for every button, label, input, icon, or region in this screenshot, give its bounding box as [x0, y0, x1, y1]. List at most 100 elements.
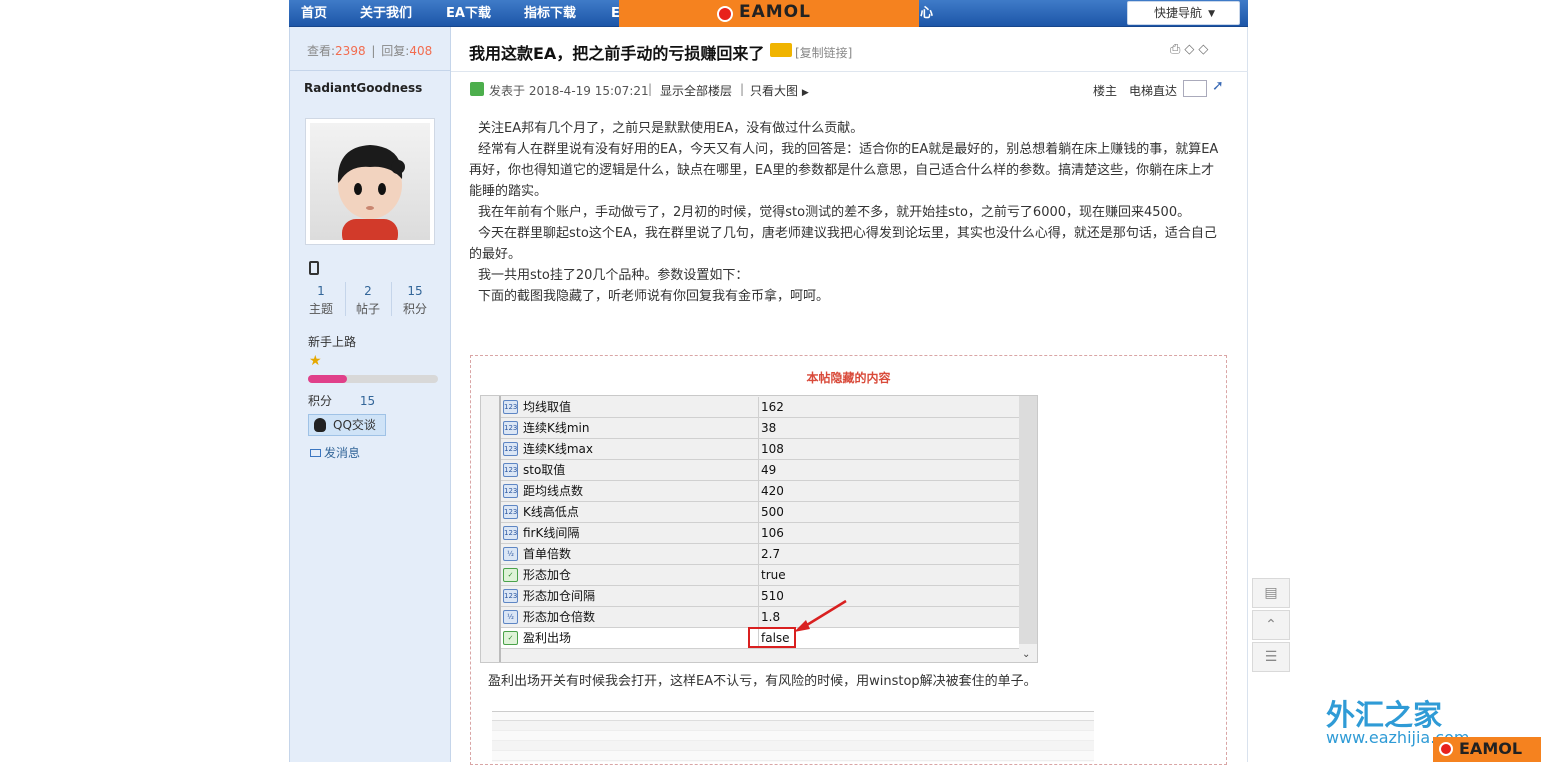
points-row: 积分 15	[308, 392, 375, 409]
eamol-banner: EAMOL	[619, 0, 919, 27]
param-name: 距均线点数	[523, 481, 759, 502]
reward-badge-icon	[770, 43, 792, 57]
copy-link[interactable]: [复制链接]	[795, 44, 852, 61]
send-message-label: 发消息	[324, 446, 361, 460]
param-value: 1.8	[761, 610, 781, 624]
stat-points-value: 15	[407, 284, 423, 298]
param-name: 形态加仓倍数	[523, 607, 759, 628]
paragraph: 关注EA邦有几个月了，之前只是默默使用EA，没有做过什么贡献。	[478, 121, 864, 136]
bottom-eamol-logo: EAMOL	[1433, 737, 1541, 762]
table-row[interactable]: ½ 形态加仓倍数 1.8	[501, 607, 1019, 628]
nav-ea-download[interactable]: EA下载	[446, 0, 491, 27]
rank-progress	[308, 375, 438, 383]
nav-item-partial-2[interactable]: 心	[920, 0, 933, 27]
nav-about[interactable]: 关于我们	[360, 0, 412, 27]
after-table-text: 盈利出场开关有时候我会打开，这样EA不认亏，有风险的时候，用winstop解决被…	[488, 674, 1037, 689]
param-name: 连续K线min	[523, 418, 759, 439]
param-value: 2.7	[761, 547, 781, 561]
jump-go-icon[interactable]: ➚	[1212, 78, 1224, 94]
trade-history-image	[492, 711, 1094, 762]
stat-threads[interactable]: 1 主题	[299, 282, 343, 318]
list-button[interactable]: ☰	[1252, 642, 1290, 672]
param-name: 首单倍数	[523, 544, 759, 565]
paragraph: 下面的截图我隐藏了，听老师说有你回复我有金币拿，呵呵。	[478, 289, 830, 304]
nav-home[interactable]: 首页	[301, 0, 327, 27]
replies-label: 回复:	[381, 44, 410, 58]
double-param-icon: ½	[503, 610, 518, 624]
post-date: 发表于 2018-4-19 15:07:21	[489, 84, 649, 98]
stat-threads-label: 主题	[308, 302, 333, 316]
qq-icon	[314, 418, 326, 432]
table-row[interactable]: 123 K线高低点 500	[501, 502, 1019, 523]
back-to-top-button[interactable]: ⌃	[1252, 610, 1290, 640]
table-row[interactable]: ✓ 形态加仓 true	[501, 565, 1019, 586]
author-name[interactable]: RadiantGoodness	[304, 81, 422, 95]
arrow-right-icon: ▶	[801, 88, 809, 98]
qq-button-label: QQ交谈	[333, 418, 376, 432]
send-message-link[interactable]: 发消息	[310, 444, 360, 461]
param-name: 均线取值	[523, 397, 759, 418]
int-param-icon: 123	[503, 463, 518, 477]
eamol-logo-icon	[1439, 742, 1453, 756]
avatar[interactable]	[305, 118, 435, 245]
paragraph: 今天在群里聊起sto这个EA，我在群里说了几句，唐老师建议我把心得发到论坛里，其…	[469, 226, 1217, 262]
envelope-icon	[310, 449, 321, 457]
views-count: 2398	[335, 44, 366, 58]
int-param-icon: 123	[503, 442, 518, 456]
title-divider	[451, 71, 1248, 72]
int-param-icon: 123	[503, 484, 518, 498]
paragraph: 经常有人在群里说有没有好用的EA，今天又有人问，我的回答是：适合你的EA就是最好…	[469, 142, 1219, 199]
table-row[interactable]: ½ 首单倍数 2.7	[501, 544, 1019, 565]
only-images-link[interactable]: 只看大图 ▶	[750, 82, 809, 99]
table-row[interactable]: 123 连续K线max 108	[501, 439, 1019, 460]
double-param-icon: ½	[503, 547, 518, 561]
divider	[391, 282, 392, 316]
floor-label: 楼主	[1093, 84, 1118, 98]
table-row[interactable]: 123 距均线点数 420	[501, 481, 1019, 502]
table-row[interactable]: 123 firK线间隔 106	[501, 523, 1019, 544]
scrollbar[interactable]	[1019, 396, 1037, 644]
table-row[interactable]: 123 sto取值 49	[501, 460, 1019, 481]
qq-chat-button[interactable]: QQ交谈	[308, 414, 386, 436]
avatar-cartoon-icon	[337, 145, 405, 240]
highlight-box	[748, 627, 796, 648]
param-value: 420	[761, 484, 784, 498]
table-row[interactable]: 123 形态加仓间隔 510	[501, 586, 1019, 607]
stat-points-label: 积分	[402, 302, 427, 316]
stat-points[interactable]: 15 积分	[393, 282, 437, 318]
red-arrow-icon	[794, 599, 847, 632]
post-content: 关注EA邦有几个月了，之前只是默默使用EA，没有做过什么贡献。 经常有人在群里说…	[469, 118, 1221, 307]
bottom-logo-text: EAMOL	[1459, 739, 1523, 758]
quick-nav-dropdown[interactable]: 快捷导航 ▼	[1127, 1, 1240, 25]
paragraph: 我一共用sto挂了20几个品种。参数设置如下：	[478, 268, 749, 283]
user-rank[interactable]: 新手上路	[308, 333, 356, 350]
print-prev-next-icons[interactable]: ⎙◇◇	[1170, 42, 1212, 57]
param-name: 连续K线max	[523, 439, 759, 460]
eamol-logo-icon	[717, 6, 733, 22]
param-value: 106	[761, 526, 784, 540]
list-icon: ☰	[1264, 649, 1278, 665]
quick-nav-label: 快捷导航	[1154, 6, 1203, 20]
int-param-icon: 123	[503, 421, 518, 435]
comment-icon: ▤	[1264, 585, 1278, 601]
show-all-floors-link[interactable]: 显示全部楼层	[660, 82, 732, 99]
int-param-icon: 123	[503, 589, 518, 603]
floor-jump-input[interactable]	[1183, 80, 1207, 97]
rank-progress-fill	[308, 375, 347, 383]
nav-indicator-download[interactable]: 指标下载	[524, 0, 576, 27]
table-row[interactable]: 123 均线取值 162	[501, 397, 1019, 418]
stat-posts[interactable]: 2 帖子	[346, 282, 390, 318]
thread-stats: 查看:2398 | 回复:408	[290, 27, 450, 71]
views-label: 查看:	[307, 44, 336, 58]
comment-button[interactable]: ▤	[1252, 578, 1290, 608]
param-name: firK线间隔	[523, 523, 759, 544]
star-icon: ★	[309, 353, 322, 369]
param-value: true	[761, 568, 786, 582]
points-label: 积分	[308, 394, 333, 408]
table-row[interactable]: 123 连续K线min 38	[501, 418, 1019, 439]
replies-count: 408	[409, 44, 433, 58]
banner-logo-text: EAMOL	[739, 2, 811, 22]
chevron-down-icon[interactable]: ⌄	[1022, 649, 1030, 660]
stat-posts-value: 2	[364, 284, 372, 298]
stat-threads-value: 1	[317, 284, 325, 298]
